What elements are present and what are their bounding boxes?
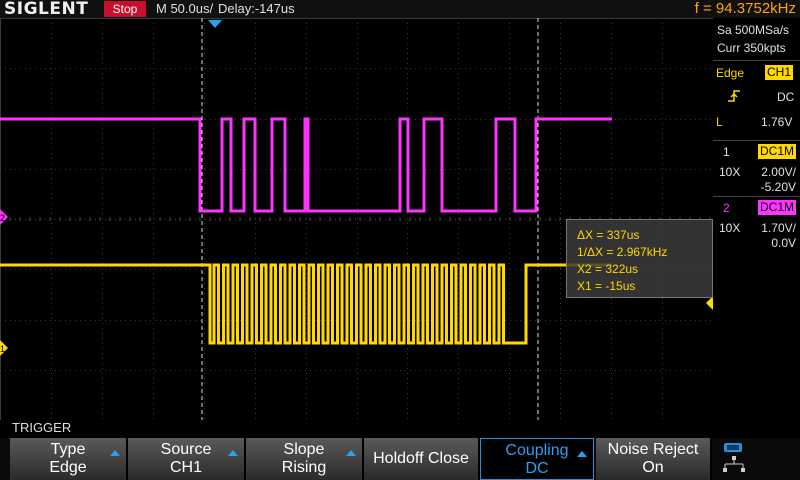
noise-reject-softkey[interactable]: Noise Reject On bbox=[596, 438, 712, 480]
noise-reject-softkey-value: On bbox=[642, 459, 664, 476]
ch2-coupling-badge: DC1M bbox=[758, 200, 797, 215]
trigger-level: 1.76V bbox=[761, 115, 793, 129]
coupling-softkey-value: DC bbox=[525, 460, 549, 477]
arrow-up-icon bbox=[110, 450, 120, 456]
type-softkey-label: Type bbox=[50, 441, 86, 458]
top-status-bar: SIGLENT Stop M 50.0us/ Delay:-147us f = … bbox=[0, 0, 800, 18]
holdoff-softkey-label: Holdoff Close bbox=[373, 450, 469, 467]
timebase-readout[interactable]: M 50.0us/ bbox=[156, 0, 213, 18]
coupling-softkey[interactable]: Coupling DC bbox=[480, 438, 594, 480]
slope-softkey[interactable]: Slope Rising bbox=[246, 438, 364, 480]
ch1-marker-label: 1 bbox=[0, 344, 5, 354]
ch2-offset: 0.0V bbox=[771, 236, 796, 250]
cursor-delta-x: ΔX = 337us bbox=[577, 228, 640, 242]
type-softkey-value: Edge bbox=[49, 459, 87, 476]
ch1-probe: 10X bbox=[719, 165, 741, 179]
ch2-index: 2 bbox=[723, 201, 730, 215]
ch1-info-panel[interactable]: 1 DC1M 10X 2.00V/ -5.20V bbox=[713, 140, 800, 197]
arrow-up-icon bbox=[577, 451, 587, 457]
ch1-scale: 2.00V/ bbox=[761, 165, 796, 179]
menu-title: TRIGGER bbox=[12, 420, 72, 435]
holdoff-softkey[interactable]: Holdoff Close bbox=[364, 438, 480, 480]
ch2-scale: 1.70V/ bbox=[761, 221, 796, 235]
arrow-up-icon bbox=[228, 450, 238, 456]
source-softkey-label: Source bbox=[160, 441, 212, 458]
usb-network-icon bbox=[723, 443, 745, 472]
cursor-readout-panel: ΔX = 337us 1/ΔX = 2.967kHz X2 = 322us X1… bbox=[566, 219, 713, 298]
source-softkey-value: CH1 bbox=[169, 459, 202, 476]
frequency-readout: f = 94.3752kHz bbox=[694, 0, 796, 17]
delay-readout[interactable]: Delay:-147us bbox=[218, 0, 295, 18]
softkey-bar: Type Edge Source CH1 Slope Rising Holdof… bbox=[0, 438, 800, 480]
arrow-up-icon bbox=[346, 450, 356, 456]
noise-reject-softkey-label: Noise Reject bbox=[607, 441, 699, 458]
trigger-mode: L bbox=[716, 115, 723, 129]
sample-rate: Sa 500MSa/s bbox=[717, 23, 790, 37]
type-softkey[interactable]: Type Edge bbox=[10, 438, 128, 480]
ch2-marker-label: 2 bbox=[0, 213, 5, 223]
slope-softkey-value: Rising bbox=[281, 459, 327, 476]
trigger-coupling: DC bbox=[777, 90, 795, 104]
trigger-source-badge: CH1 bbox=[765, 65, 794, 80]
run-stop-badge[interactable]: Stop bbox=[104, 1, 146, 17]
ch2-probe: 10X bbox=[719, 221, 741, 235]
ch2-info-panel[interactable]: 2 DC1M 10X 1.70V/ 0.0V bbox=[713, 196, 800, 253]
cursor-x1: X1 = -15us bbox=[577, 279, 636, 293]
cursor-inv-delta-x: 1/ΔX = 2.967kHz bbox=[577, 245, 668, 259]
cursor-x2: X2 = 322us bbox=[577, 262, 639, 276]
trigger-info-panel[interactable]: Edge CH1 DC L 1.76V bbox=[713, 60, 800, 139]
ch1-index: 1 bbox=[723, 145, 730, 159]
slope-softkey-label: Slope bbox=[283, 441, 325, 458]
trigger-type-label: Edge bbox=[716, 66, 745, 80]
ch1-coupling-badge: DC1M bbox=[758, 144, 797, 159]
memory-depth: Curr 350kpts bbox=[717, 41, 786, 55]
brand-logo: SIGLENT bbox=[4, 0, 89, 19]
rising-edge-icon bbox=[728, 90, 740, 102]
source-softkey[interactable]: Source CH1 bbox=[128, 438, 246, 480]
ch1-offset: -5.20V bbox=[760, 180, 796, 194]
